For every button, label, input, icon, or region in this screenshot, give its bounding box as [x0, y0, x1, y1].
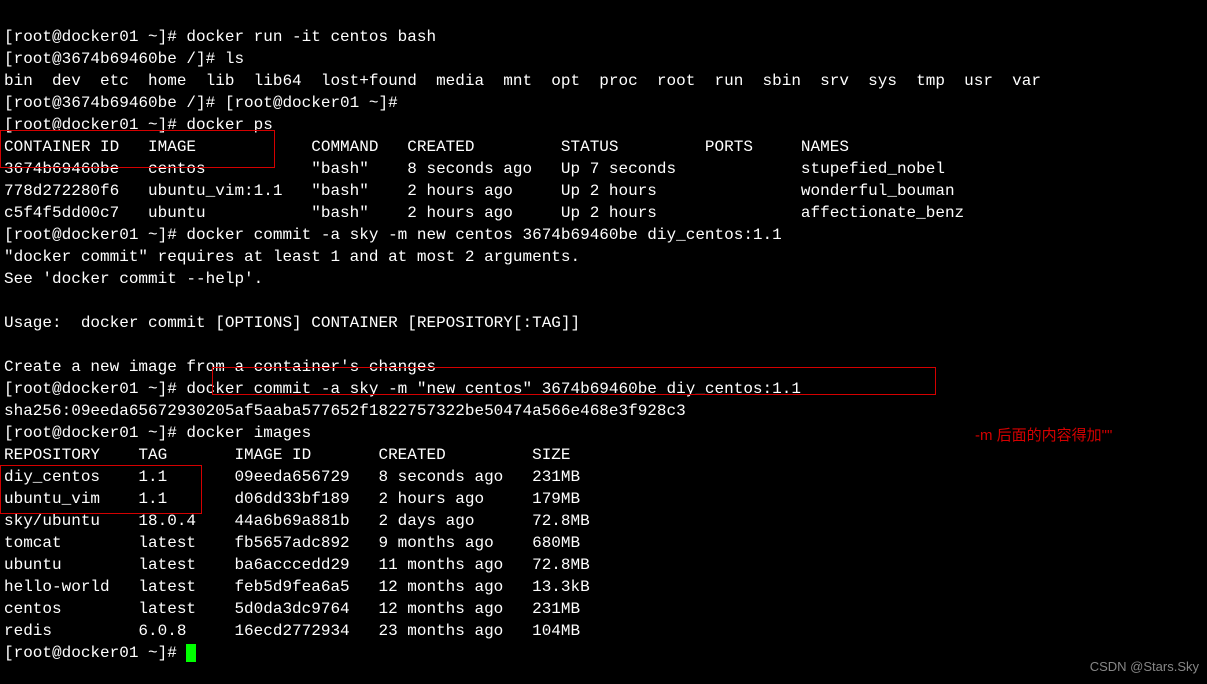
- term-line-prompt: [root@docker01 ~]#: [4, 644, 196, 662]
- term-line: 3674b69460be centos "bash" 8 seconds ago…: [4, 160, 945, 178]
- term-line: [root@docker01 ~]# docker ps: [4, 116, 273, 134]
- term-line: [root@docker01 ~]# docker run -it centos…: [4, 28, 436, 46]
- term-line: bin dev etc home lib lib64 lost+found me…: [4, 72, 1041, 90]
- term-line: 778d272280f6 ubuntu_vim:1.1 "bash" 2 hou…: [4, 182, 955, 200]
- term-line: sha256:09eeda65672930205af5aaba577652f18…: [4, 402, 686, 420]
- term-line: Usage: docker commit [OPTIONS] CONTAINER…: [4, 314, 580, 332]
- term-line: ubuntu latest ba6acccedd29 11 months ago…: [4, 556, 590, 574]
- term-line: [root@docker01 ~]# docker commit -a sky …: [4, 226, 782, 244]
- watermark-text: CSDN @Stars.Sky: [1090, 656, 1199, 678]
- term-line: hello-world latest feb5d9fea6a5 12 month…: [4, 578, 590, 596]
- cursor-icon: [186, 644, 196, 662]
- term-line: diy_centos 1.1 09eeda656729 8 seconds ag…: [4, 468, 580, 486]
- term-line: [root@docker01 ~]# docker images: [4, 424, 311, 442]
- term-line: [root@3674b69460be /]# [root@docker01 ~]…: [4, 94, 398, 112]
- annotation-text: -m 后面的内容得加"": [975, 425, 1112, 447]
- term-line: [root@3674b69460be /]# ls: [4, 50, 244, 68]
- term-line: centos latest 5d0da3dc9764 12 months ago…: [4, 600, 580, 618]
- terminal-output[interactable]: [root@docker01 ~]# docker run -it centos…: [0, 0, 1207, 664]
- term-line: ubuntu_vim 1.1 d06dd33bf189 2 hours ago …: [4, 490, 580, 508]
- term-line: [root@docker01 ~]# docker commit -a sky …: [4, 380, 801, 398]
- term-line: redis 6.0.8 16ecd2772934 23 months ago 1…: [4, 622, 580, 640]
- term-line: tomcat latest fb5657adc892 9 months ago …: [4, 534, 580, 552]
- term-line: "docker commit" requires at least 1 and …: [4, 248, 580, 266]
- term-line: CONTAINER ID IMAGE COMMAND CREATED STATU…: [4, 138, 849, 156]
- term-line: c5f4f5dd00c7 ubuntu "bash" 2 hours ago U…: [4, 204, 964, 222]
- term-line: sky/ubuntu 18.0.4 44a6b69a881b 2 days ag…: [4, 512, 590, 530]
- term-line: REPOSITORY TAG IMAGE ID CREATED SIZE: [4, 446, 571, 464]
- term-line: See 'docker commit --help'.: [4, 270, 263, 288]
- term-line: Create a new image from a container's ch…: [4, 358, 436, 376]
